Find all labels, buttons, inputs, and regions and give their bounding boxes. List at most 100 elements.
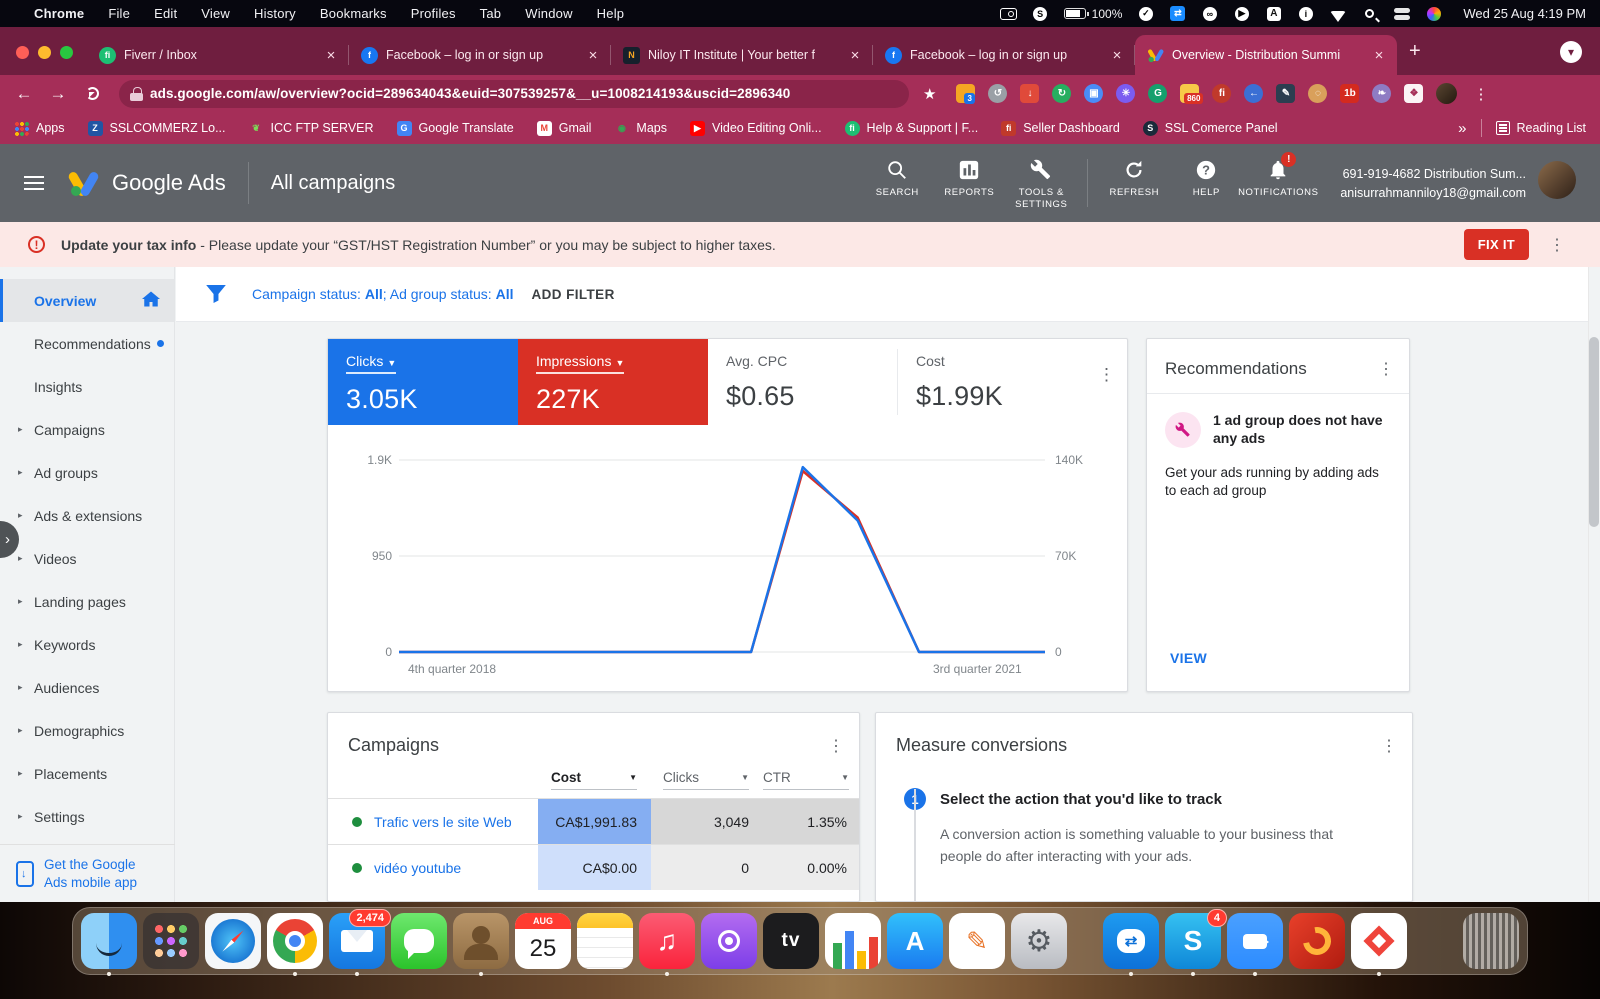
bookmark-gmail[interactable]: MGmail <box>537 121 592 136</box>
extension-fiverr-icon[interactable]: fi <box>1212 84 1231 103</box>
launchpad-dock-icon[interactable] <box>143 913 199 969</box>
ssl-lock-icon[interactable] <box>133 87 142 94</box>
trash-dock-icon[interactable] <box>1463 913 1519 969</box>
bookmark-seller-dashboard[interactable]: fiSeller Dashboard <box>1001 121 1120 136</box>
recommendation-item[interactable]: 1 ad group does not have any ads <box>1165 412 1391 448</box>
menu-window[interactable]: Window <box>525 6 572 21</box>
stat-clicks[interactable]: Clicks▼ 3.05K <box>328 339 518 425</box>
cost-cell[interactable]: CA$1,991.83 <box>538 799 651 844</box>
bookmark-icc-ftp[interactable]: ❦ICC FTP SERVER <box>249 121 374 136</box>
sidebar-item-ad-groups[interactable]: ▸Ad groups <box>0 451 174 494</box>
tab-search-chevron-icon[interactable]: ▾ <box>1560 41 1582 63</box>
campaign-status-filter[interactable]: Campaign status: All; Ad group status: A… <box>252 286 513 302</box>
add-filter-button[interactable]: ADD FILTER <box>531 287 614 302</box>
menu-chrome[interactable]: Chrome <box>34 6 84 21</box>
tools-settings-button[interactable]: TOOLS & SETTINGS <box>1005 155 1077 211</box>
sidebar-item-videos[interactable]: ▸Videos <box>0 537 174 580</box>
spotlight-icon[interactable] <box>1361 7 1378 21</box>
bookmark-sslcommerz[interactable]: ZSSLCOMMERZ Lo... <box>88 121 226 136</box>
tab-facebook-1[interactable]: f Facebook – log in or sign up × <box>349 35 611 75</box>
close-window-button[interactable] <box>16 46 29 59</box>
browser-profile-avatar[interactable] <box>1436 83 1457 104</box>
bookmark-maps[interactable]: ◉Maps <box>614 121 667 136</box>
refresh-button[interactable]: REFRESH <box>1098 155 1170 199</box>
podcasts-dock-icon[interactable] <box>701 913 757 969</box>
menu-help[interactable]: Help <box>597 6 625 21</box>
browser-menu-icon[interactable]: ⋮ <box>1473 85 1489 103</box>
chrome-dock-icon[interactable] <box>267 913 323 969</box>
campaign-link[interactable]: vidéo youtube <box>374 860 461 876</box>
system-preferences-dock-icon[interactable]: ⚙ <box>1011 913 1067 969</box>
extensions-puzzle-icon[interactable]: ❖ <box>1404 84 1423 103</box>
siri-icon[interactable] <box>1425 7 1442 21</box>
bookmark-google-translate[interactable]: GGoogle Translate <box>397 121 514 136</box>
menu-tab[interactable]: Tab <box>480 6 502 21</box>
extension-grammarly-icon[interactable]: G <box>1148 84 1167 103</box>
tab-close-icon[interactable]: × <box>585 47 601 64</box>
pages-dock-icon[interactable]: ✎ <box>949 913 1005 969</box>
sidebar-item-placements[interactable]: ▸Placements <box>0 752 174 795</box>
scrollbar-thumb[interactable] <box>1589 337 1599 527</box>
reports-button[interactable]: REPORTS <box>933 155 1005 199</box>
tab-google-ads-overview[interactable]: Overview - Distribution Summi × <box>1135 35 1397 75</box>
menu-file[interactable]: File <box>108 6 130 21</box>
hamburger-menu-icon[interactable] <box>24 176 44 190</box>
wifi-icon[interactable] <box>1329 7 1346 21</box>
extension-cookie-icon[interactable]: ◌ <box>1308 84 1327 103</box>
anydesk-dock-icon[interactable] <box>1351 913 1407 969</box>
notifications-button[interactable]: ! NOTIFICATIONS <box>1242 155 1314 199</box>
reload-button[interactable] <box>86 87 99 100</box>
music-dock-icon[interactable]: ♫ <box>639 913 695 969</box>
ctr-cell[interactable]: 1.35% <box>763 799 860 844</box>
contacts-dock-icon[interactable] <box>453 913 509 969</box>
creative-cloud-icon[interactable]: ∞ <box>1201 7 1218 21</box>
calendar-dock-icon[interactable]: AUG25 <box>515 913 571 969</box>
extension-1b-icon[interactable]: 1b <box>1340 84 1359 103</box>
extension-history-icon[interactable]: ↺ <box>988 84 1007 103</box>
account-info[interactable]: 691-919-4682 Distribution Sum... anisurr… <box>1340 165 1526 203</box>
banner-menu-icon[interactable]: ⋮ <box>1549 235 1566 255</box>
safari-dock-icon[interactable] <box>205 913 261 969</box>
stat-cost[interactable]: Cost $1.99K <box>898 339 1088 425</box>
bookmark-star-icon[interactable]: ★ <box>923 85 936 103</box>
accessibility-icon[interactable]: i <box>1297 7 1314 21</box>
performance-card-menu-icon[interactable]: ⋮ <box>1098 365 1115 385</box>
extension-zoom-icon[interactable]: ▣ <box>1084 84 1103 103</box>
teamviewer-menu-icon[interactable]: ⇄ <box>1169 7 1186 21</box>
sidebar-item-keywords[interactable]: ▸Keywords <box>0 623 174 666</box>
extension-adspy-icon[interactable]: 860 <box>1180 84 1199 103</box>
tab-close-icon[interactable]: × <box>847 47 863 64</box>
extension-burst-icon[interactable]: ✳ <box>1116 84 1135 103</box>
zoom-window-button[interactable] <box>60 46 73 59</box>
numbers-dock-icon[interactable] <box>825 913 881 969</box>
menu-profiles[interactable]: Profiles <box>411 6 456 21</box>
clicks-cell[interactable]: 3,049 <box>651 799 763 844</box>
battery-indicator[interactable]: 100% <box>1064 7 1123 21</box>
tab-close-icon[interactable]: × <box>323 47 339 64</box>
clicks-cell[interactable]: 0 <box>651 845 763 890</box>
dropdown-icon[interactable]: ▼ <box>387 358 396 368</box>
screen-record-icon[interactable] <box>1000 7 1017 21</box>
column-header-ctr[interactable]: CTR▼ <box>763 770 860 790</box>
menu-bar-clock[interactable]: Wed 25 Aug 4:19 PM <box>1463 6 1586 21</box>
sidebar-item-recommendations[interactable]: Recommendations <box>0 322 174 365</box>
page-scrollbar[interactable] <box>1588 267 1600 902</box>
url-text[interactable]: ads.google.com/aw/overview?ocid=28963404… <box>150 86 790 101</box>
bookmark-help-support[interactable]: fiHelp & Support | F... <box>845 121 979 136</box>
sidebar-item-ads-extensions[interactable]: ▸Ads & extensions <box>0 494 174 537</box>
account-avatar[interactable] <box>1538 161 1576 199</box>
column-header-cost[interactable]: Cost▼ <box>538 770 651 790</box>
sidebar-item-campaigns[interactable]: ▸Campaigns <box>0 408 174 451</box>
extension-feather-icon[interactable]: ❧ <box>1372 84 1391 103</box>
grammarly-a-icon[interactable]: A <box>1265 7 1282 21</box>
tab-close-icon[interactable]: × <box>1371 47 1387 64</box>
tab-facebook-2[interactable]: f Facebook – log in or sign up × <box>873 35 1135 75</box>
back-button[interactable]: ← <box>10 84 38 104</box>
extension-back-arrow-icon[interactable]: ← <box>1244 84 1263 103</box>
minimize-window-button[interactable] <box>38 46 51 59</box>
sidebar-item-overview[interactable]: Overview <box>0 279 174 322</box>
sidebar-item-audiences[interactable]: ▸Audiences <box>0 666 174 709</box>
notes-dock-icon[interactable] <box>577 913 633 969</box>
extension-cards-icon[interactable]: 3 <box>956 84 975 103</box>
bookmark-apps[interactable]: Apps <box>14 121 65 136</box>
